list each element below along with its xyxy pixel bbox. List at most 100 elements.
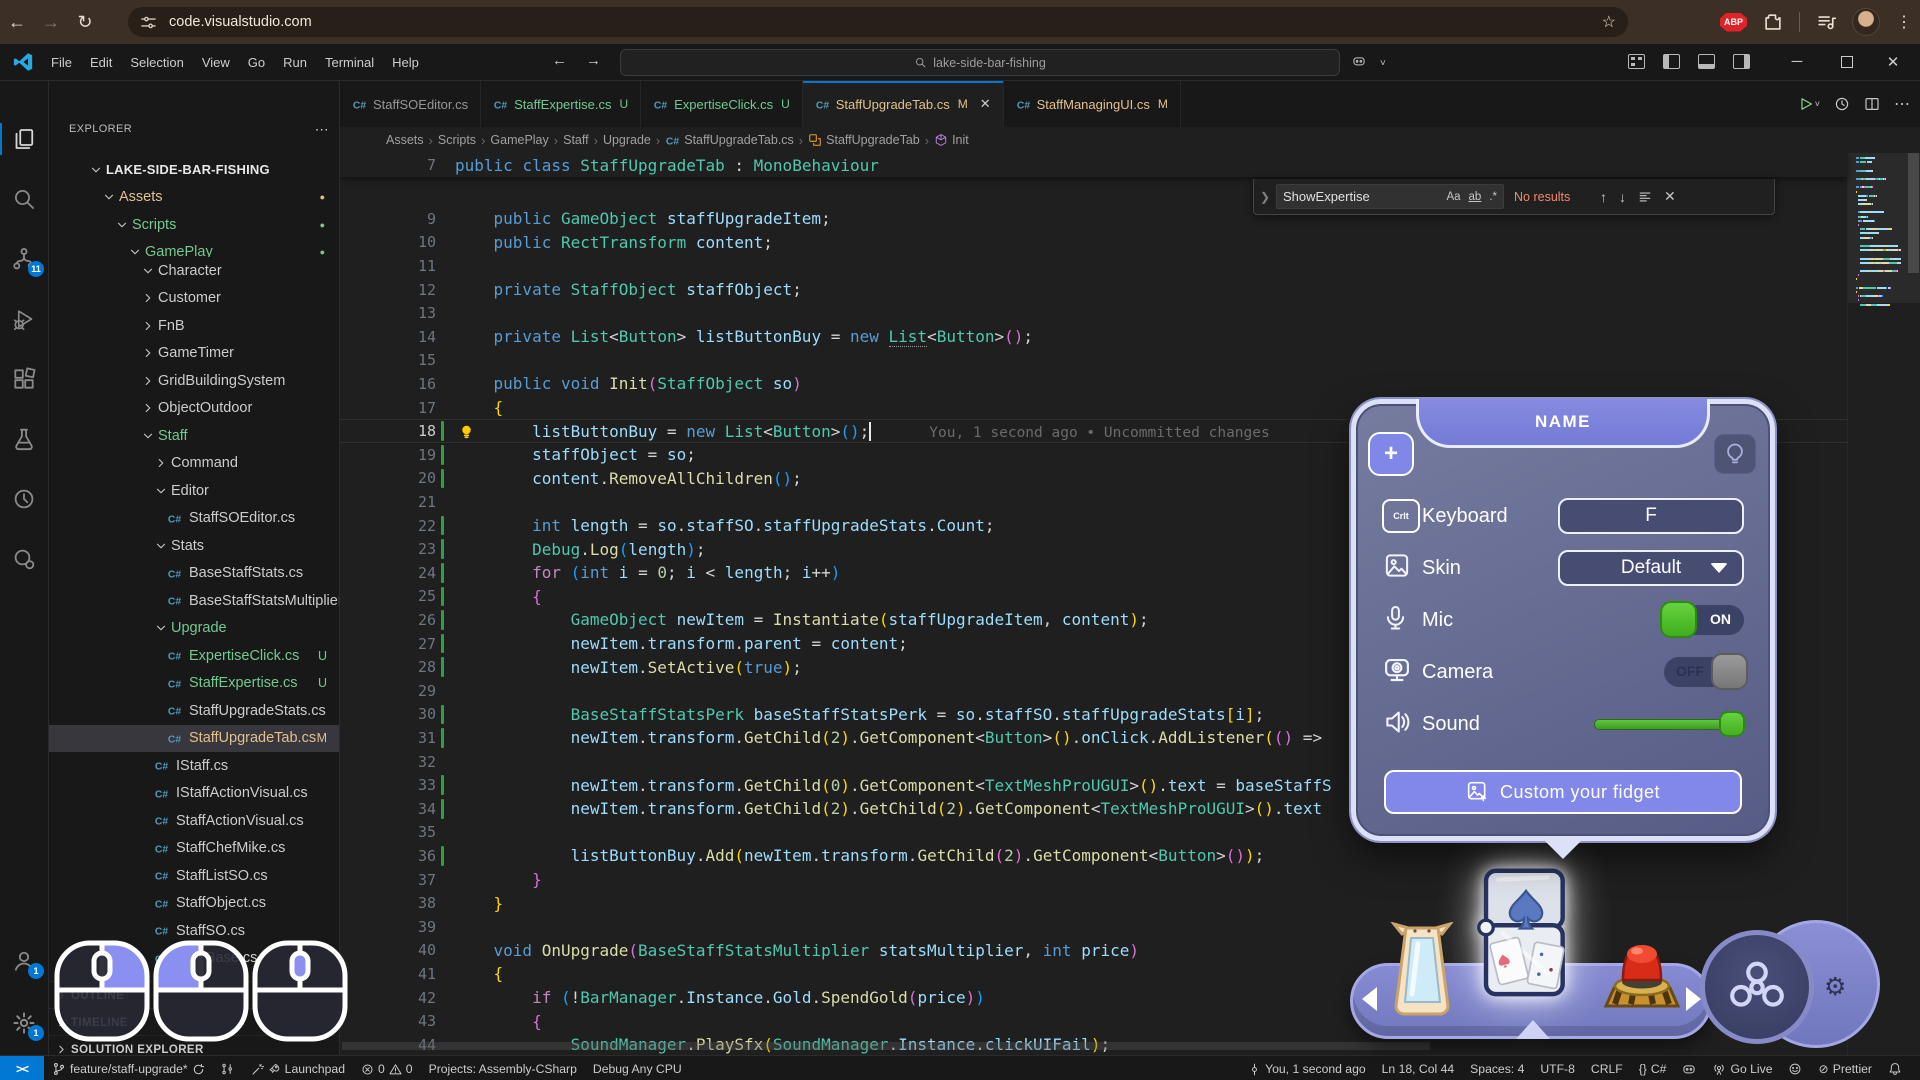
nav-forward-icon[interactable]: → xyxy=(586,52,601,69)
tree-file-basestaffstatsmultiplier-cs[interactable]: C#BaseStaffStatsMultiplier.cs xyxy=(49,587,339,615)
status-encoding[interactable]: UTF-8 xyxy=(1540,1062,1575,1076)
adblock-extension-icon[interactable]: ABP xyxy=(1720,13,1747,32)
activitybar-explorer[interactable] xyxy=(0,119,48,159)
copilot-chevron-icon[interactable]: ˅ xyxy=(1380,58,1386,69)
status-problems[interactable]: 00 xyxy=(361,1062,413,1076)
tab-staffupgradetab-cs[interactable]: C#StaffUpgradeTab.csM✕ xyxy=(803,81,1004,127)
status-blame-status[interactable]: You, 1 second ago xyxy=(1248,1062,1366,1076)
status-extension-status[interactable] xyxy=(1788,1062,1802,1076)
code-line-13[interactable]: 13 xyxy=(340,301,1848,325)
status-notifications[interactable] xyxy=(1888,1062,1902,1076)
command-center-search[interactable]: lake-side-bar-fishing xyxy=(620,49,1340,76)
browser-forward-icon[interactable]: → xyxy=(34,12,68,33)
fidget-add-button[interactable]: + xyxy=(1368,432,1414,476)
menu-terminal[interactable]: Terminal xyxy=(316,55,383,70)
breadcrumb-item[interactable]: Upgrade xyxy=(603,133,651,147)
breadcrumb-item[interactable]: Scripts xyxy=(438,133,476,147)
status-copilot[interactable] xyxy=(1682,1062,1696,1076)
split-editor-icon[interactable] xyxy=(1864,96,1880,112)
site-permissions-icon[interactable] xyxy=(140,14,157,31)
status-commit-graph[interactable] xyxy=(221,1062,235,1076)
activitybar-accounts[interactable]: 1 xyxy=(0,941,48,981)
vertical-scrollbar[interactable] xyxy=(1908,153,1919,273)
window-restore-button[interactable] xyxy=(1824,44,1870,79)
menu-run[interactable]: Run xyxy=(274,55,316,70)
tree-folder-gridbuildingsystem[interactable]: GridBuildingSystem xyxy=(49,367,339,395)
tree-folder-gametimer[interactable]: GameTimer xyxy=(49,340,339,368)
code-line-11[interactable]: 11 xyxy=(340,254,1848,278)
tree-file-staffchefmike-cs[interactable]: C#StaffChefMike.cs xyxy=(49,835,339,863)
tree-file-basestaffstats-cs[interactable]: C#BaseStaffStats.cs xyxy=(49,560,339,588)
whole-word-icon[interactable]: ab xyxy=(1469,191,1482,203)
menu-edit[interactable]: Edit xyxy=(81,55,121,70)
tree-folder-fnb[interactable]: FnB xyxy=(49,312,339,340)
tree-folder-character[interactable]: Character xyxy=(49,257,339,285)
activitybar-source-control[interactable]: 11 xyxy=(0,239,48,279)
fidget-spinner-button[interactable] xyxy=(1700,930,1814,1044)
menu-selection[interactable]: Selection xyxy=(121,55,192,70)
tree-file-staffactionvisual-cs[interactable]: C#StaffActionVisual.cs xyxy=(49,807,339,835)
carousel-item-lighter-cards[interactable] xyxy=(1476,866,1576,1000)
tree-file-expertiseclick-cs[interactable]: C#ExpertiseClick.csU xyxy=(49,642,339,670)
tree-folder-assets[interactable]: Assets● xyxy=(49,184,339,212)
bookmark-star-icon[interactable]: ☆ xyxy=(1602,12,1616,32)
tab-staffsoeditor-cs[interactable]: C#StaffSOEditor.cs xyxy=(340,81,481,127)
activitybar-gitlens-inspect[interactable] xyxy=(0,539,48,579)
status-indentation[interactable]: Spaces: 4 xyxy=(1470,1062,1524,1076)
fidget-settings-gear-icon[interactable]: ⚙ xyxy=(1824,972,1846,1002)
code-line-16[interactable]: 16 public void Init(StaffObject so) xyxy=(340,372,1848,396)
activitybar-gitlens[interactable] xyxy=(0,479,48,519)
status-projects[interactable]: Projects: Assembly-CSharp xyxy=(429,1062,577,1076)
tree-folder-customer[interactable]: Customer xyxy=(49,285,339,313)
fidget-hint-bulb-icon[interactable] xyxy=(1714,434,1756,474)
tree-root[interactable]: LAKE-SIDE-BAR-FISHING xyxy=(49,156,339,184)
status-language-mode[interactable]: {}C# xyxy=(1639,1062,1667,1076)
nav-back-icon[interactable]: ← xyxy=(552,52,567,69)
mic-toggle[interactable]: ON xyxy=(1664,605,1744,635)
activitybar-testing[interactable] xyxy=(0,419,48,459)
tree-file-istaffactionvisual-cs[interactable]: C#IStaffActionVisual.cs xyxy=(49,780,339,808)
tree-file-staffupgradetab-cs[interactable]: C#StaffUpgradeTab.csM xyxy=(49,725,339,753)
code-line-10[interactable]: 10 public RectTransform content; xyxy=(340,231,1848,255)
tree-file-staffupgradestats-cs[interactable]: C#StaffUpgradeStats.cs xyxy=(49,697,339,725)
breadcrumb-item[interactable]: Assets xyxy=(386,133,424,147)
toggle-secondary-sidebar-icon[interactable] xyxy=(1733,54,1750,72)
sticky-scroll-line[interactable]: 7public class StaffUpgradeTab : MonoBeha… xyxy=(340,153,1848,177)
menu-file[interactable]: File xyxy=(42,55,81,70)
status-eol[interactable]: CRLF xyxy=(1591,1062,1623,1076)
tab-staffexpertise-cs[interactable]: C#StaffExpertise.csU xyxy=(481,81,641,127)
tab-close-icon[interactable]: ✕ xyxy=(980,96,991,112)
carousel-left-arrow[interactable] xyxy=(1362,987,1377,1011)
extensions-puzzle-icon[interactable] xyxy=(1763,12,1783,32)
tab-staffmanagingui-cs[interactable]: C#StaffManagingUI.csM xyxy=(1004,81,1181,127)
activitybar-search[interactable] xyxy=(0,179,48,219)
code-line-12[interactable]: 12 private StaffObject staffObject; xyxy=(340,278,1848,302)
browser-back-icon[interactable]: ← xyxy=(0,12,34,33)
tree-folder-editor[interactable]: Editor xyxy=(49,477,339,505)
find-next-icon[interactable]: ↓ xyxy=(1619,189,1626,205)
menu-view[interactable]: View xyxy=(193,55,239,70)
carousel-right-arrow[interactable] xyxy=(1686,987,1701,1011)
match-case-icon[interactable]: Aa xyxy=(1446,191,1460,203)
tree-folder-scripts[interactable]: Scripts● xyxy=(49,211,339,239)
status-go-live[interactable]: Go Live xyxy=(1712,1062,1772,1076)
tree-folder-staff[interactable]: Staff xyxy=(49,422,339,450)
tab-expertiseclick-cs[interactable]: C#ExpertiseClick.csU xyxy=(641,81,803,127)
skin-dropdown[interactable]: Default xyxy=(1558,550,1744,586)
window-close-button[interactable]: ✕ xyxy=(1870,44,1916,79)
find-close-icon[interactable]: ✕ xyxy=(1664,188,1676,205)
code-line-15[interactable]: 15 xyxy=(340,349,1848,373)
camera-toggle[interactable]: OFF xyxy=(1664,657,1744,687)
toggle-panel-icon[interactable] xyxy=(1698,54,1715,72)
find-input[interactable]: ShowExpertise Aa ab .* xyxy=(1276,184,1504,209)
breadcrumb-item[interactable]: GamePlay xyxy=(490,133,548,147)
keyboard-input[interactable]: F xyxy=(1558,498,1744,534)
carousel-item-mirror[interactable] xyxy=(1382,922,1462,1018)
carousel-item-red-button[interactable] xyxy=(1600,918,1684,1012)
browser-reload-icon[interactable]: ↻ xyxy=(68,12,102,33)
breadcrumb-item[interactable]: C#StaffUpgradeTab.cs xyxy=(665,133,794,148)
tree-file-stafflistso-cs[interactable]: C#StaffListSO.cs xyxy=(49,862,339,890)
run-file-icon[interactable]: ˅ xyxy=(1798,96,1820,112)
horizontal-scrollbar[interactable] xyxy=(342,1042,1430,1050)
status-git-branch-status[interactable]: feature/staff-upgrade* xyxy=(52,1062,205,1076)
